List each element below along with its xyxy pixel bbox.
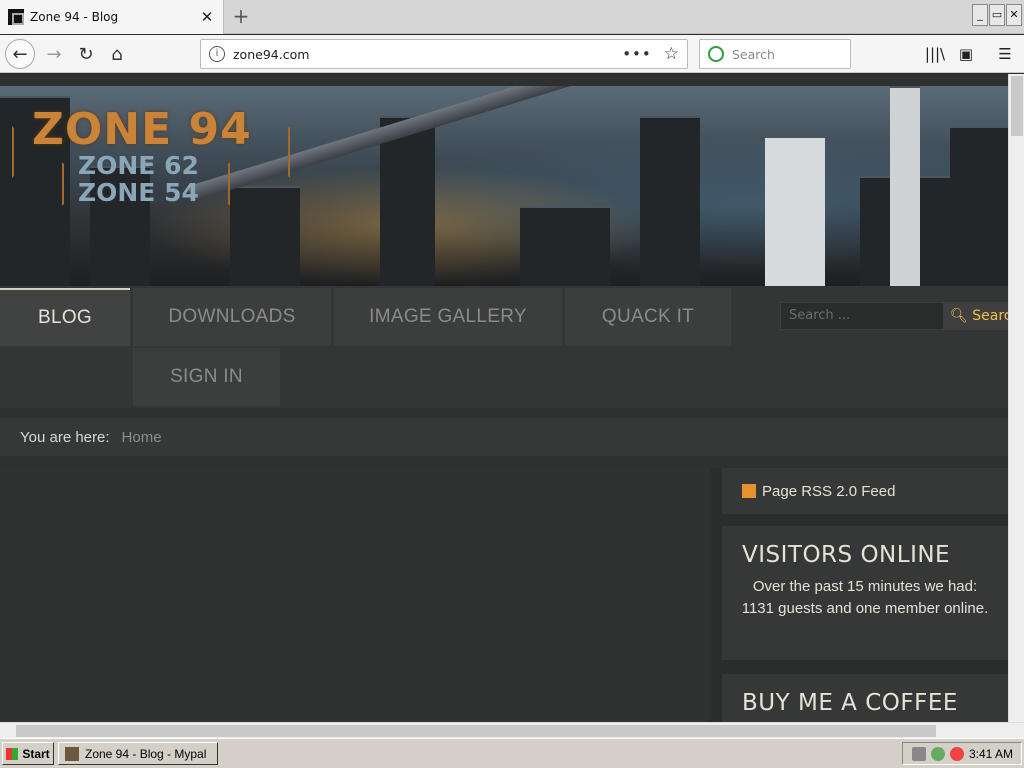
network-icon[interactable] [930, 746, 945, 761]
visitors-text: Over the past 15 minutes we had: 1131 gu… [741, 578, 989, 617]
menu-item-downloads[interactable]: DOWNLOADS [133, 288, 331, 346]
skyline-building [765, 136, 825, 286]
url-text[interactable]: zone94.com [233, 47, 622, 62]
address-bar[interactable]: i zone94.com ••• ☆ [200, 39, 688, 69]
vertical-scrollbar[interactable] [1008, 74, 1024, 722]
site-logo-main[interactable]: ZONE 94 [32, 104, 252, 155]
windows-logo-icon [6, 747, 19, 760]
site-search-button[interactable]: 🔍︎ Search [944, 302, 1008, 330]
breadcrumb: You are here: Home [0, 418, 1008, 456]
visitors-heading: VISITORS ONLINE [742, 542, 951, 568]
tab-active[interactable]: Zone 94 - Blog ✕ [0, 0, 224, 34]
os-taskbar: Start Zone 94 - Blog - Mypal 3:41 AM [0, 738, 1024, 768]
site-logo-sub: ZONE 62 ZONE 54 [78, 152, 199, 206]
skyline-building [520, 206, 610, 286]
site-header-banner: ZONE 94 ZONE 62 ZONE 54 [0, 86, 1008, 286]
start-label: Start [22, 746, 50, 761]
main-menu: BLOG DOWNLOADS IMAGE GALLERY QUACK IT SI… [0, 286, 1008, 408]
logo-sub-line: ZONE 54 [78, 178, 199, 207]
home-icon: ⌂ [111, 43, 123, 65]
new-tab-button[interactable]: + [230, 4, 252, 28]
main-content-area [0, 468, 709, 722]
site-search-button-label: Search [972, 308, 1008, 324]
start-button[interactable]: Start [2, 742, 54, 765]
buy-coffee-module: BUY ME A COFFEE [722, 674, 1008, 722]
menu-item-sign-in[interactable]: SIGN IN [133, 348, 280, 406]
bookmark-star-icon[interactable]: ☆ [664, 44, 679, 64]
minimize-button[interactable]: _ [972, 4, 988, 26]
site-search-input[interactable]: Search ... [780, 302, 944, 330]
search-icon: 🔍︎ [950, 308, 968, 324]
menu-item-blog[interactable]: BLOG [0, 288, 130, 346]
horizontal-scrollbar[interactable] [0, 722, 1024, 738]
site-info-icon[interactable]: i [209, 46, 225, 62]
menu-item-image-gallery[interactable]: IMAGE GALLERY [334, 288, 562, 346]
skyline-building [890, 86, 920, 286]
site-favicon-icon [8, 9, 24, 25]
visitors-online-module: VISITORS ONLINE Over the past 15 minutes… [722, 526, 1008, 660]
taskbar-window-button[interactable]: Zone 94 - Blog - Mypal [58, 742, 218, 765]
logo-sub-line: ZONE 62 [78, 151, 199, 180]
keyboard-icon[interactable] [911, 746, 926, 761]
vertical-scroll-thumb[interactable] [1011, 76, 1023, 136]
arrow-right-icon: → [46, 43, 62, 65]
navigation-toolbar: ← → ↻ ⌂ i zone94.com ••• ☆ Search |||\ ▣… [0, 35, 1024, 73]
library-icon[interactable]: |||\ [924, 43, 946, 65]
rss-feed-link[interactable]: Page RSS 2.0 Feed [722, 468, 1008, 514]
skyline-building [230, 186, 300, 286]
tab-close-icon[interactable]: ✕ [197, 8, 217, 26]
browser-app-icon [65, 746, 79, 761]
page-actions-button[interactable]: ••• [622, 45, 652, 63]
skyline-building [640, 116, 700, 286]
clock: 3:41 AM [968, 746, 1013, 761]
browser-tray-icon[interactable] [949, 746, 964, 761]
maximize-button[interactable]: ▭ [989, 4, 1005, 26]
close-window-button[interactable]: ✕ [1006, 4, 1022, 26]
reload-icon: ↻ [78, 43, 94, 65]
web-page: ZONE 94 ZONE 62 ZONE 54 BLOG DOWNLOADS I… [0, 74, 1008, 722]
forward-button[interactable]: → [40, 40, 68, 68]
breadcrumb-label: You are here: [20, 428, 110, 446]
sidebar: Page RSS 2.0 Feed VISITORS ONLINE Over t… [710, 468, 1008, 722]
system-tray: 3:41 AM [902, 742, 1022, 765]
taskbar-window-label: Zone 94 - Blog - Mypal [85, 746, 207, 761]
breadcrumb-home[interactable]: Home [122, 429, 162, 446]
back-button[interactable]: ← [5, 39, 35, 69]
home-button[interactable]: ⌂ [103, 40, 131, 68]
browser-search-placeholder: Search [732, 46, 775, 62]
hamburger-menu-icon[interactable]: ☰ [994, 43, 1016, 65]
arrow-left-icon: ← [12, 43, 28, 65]
coffee-heading: BUY ME A COFFEE [742, 690, 958, 716]
skyline-building [950, 126, 1008, 286]
browser-search-box[interactable]: Search [699, 39, 851, 69]
horizontal-scroll-thumb[interactable] [16, 725, 936, 737]
tab-title: Zone 94 - Blog [30, 10, 119, 24]
sidebar-toggle-icon[interactable]: ▣ [955, 43, 977, 65]
tab-strip: Zone 94 - Blog ✕ + _ ▭ ✕ [0, 0, 1024, 34]
search-engine-icon [708, 46, 724, 62]
rss-icon [742, 484, 756, 498]
menu-item-quack-it[interactable]: QUACK IT [565, 288, 731, 346]
rss-label: Page RSS 2.0 Feed [762, 482, 896, 500]
reload-button[interactable]: ↻ [72, 40, 100, 68]
